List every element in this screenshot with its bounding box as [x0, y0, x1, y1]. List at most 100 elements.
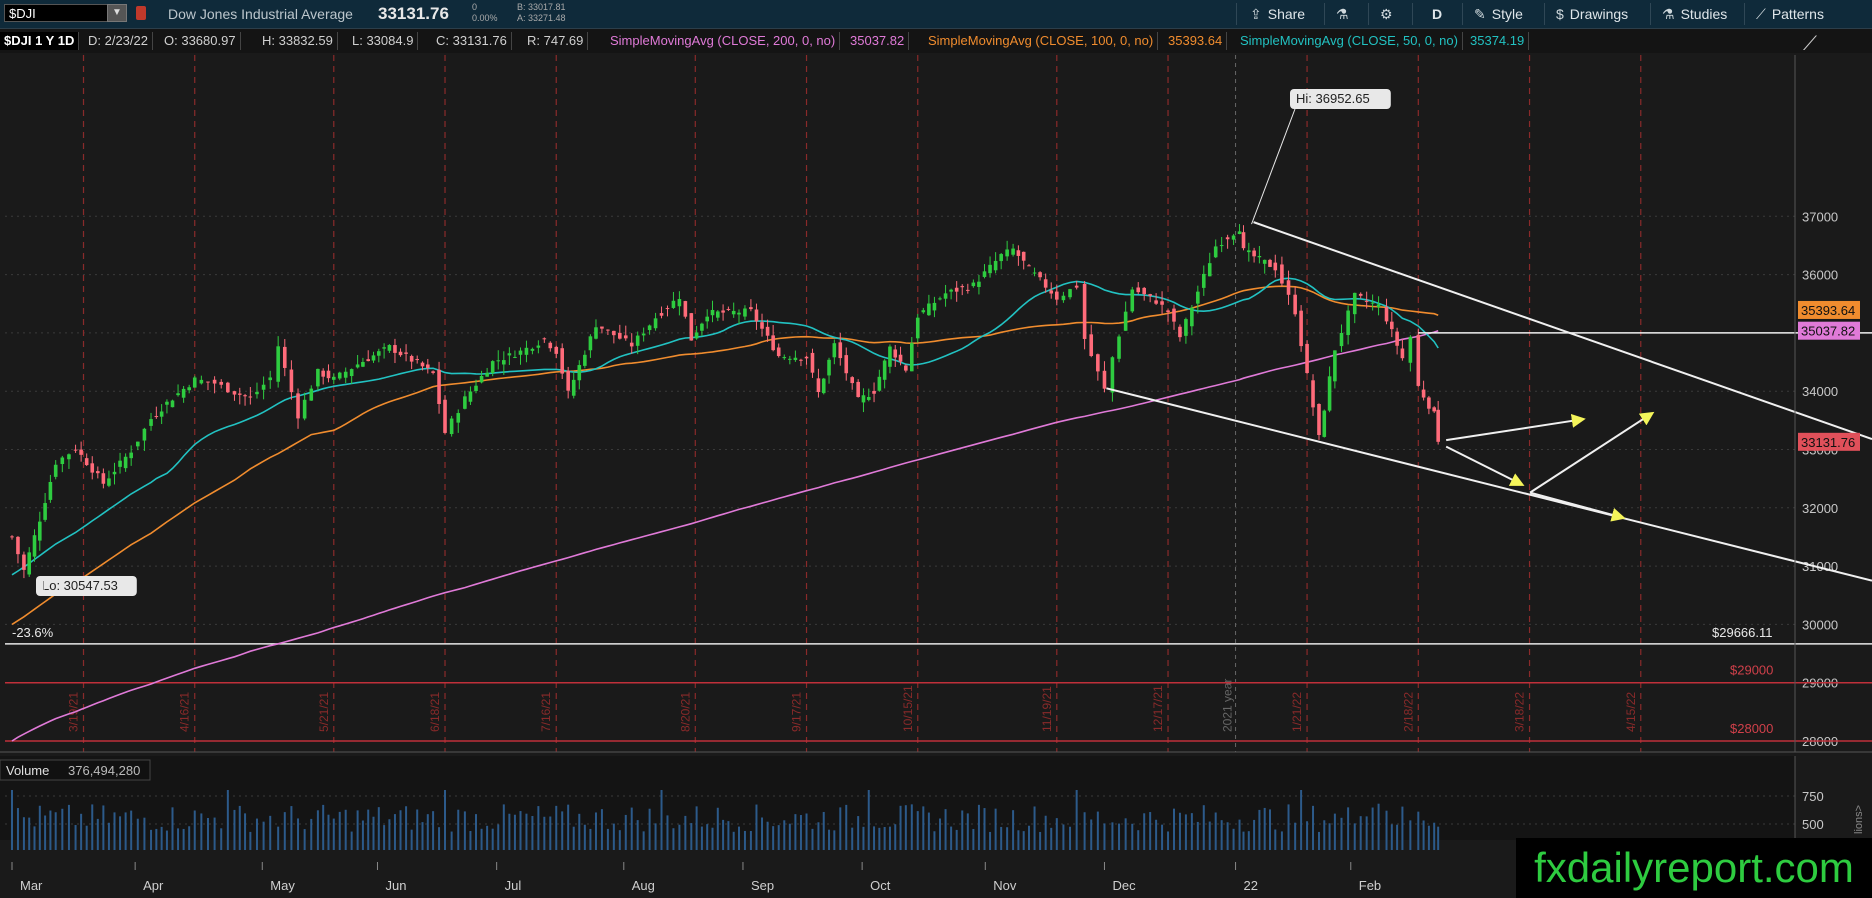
candle-body	[932, 302, 937, 311]
candle-body	[1207, 263, 1212, 277]
price-level-label: $28000	[1730, 721, 1773, 736]
candle-body	[612, 330, 616, 336]
candle-body	[921, 310, 926, 313]
candle-body	[118, 460, 122, 467]
candle-body	[993, 260, 998, 271]
candle-body	[765, 326, 770, 336]
candle-body	[415, 359, 420, 361]
candle-body	[1096, 354, 1100, 372]
candle-body	[437, 369, 441, 405]
candle-body	[219, 381, 224, 385]
candle-body	[420, 362, 425, 367]
candle-body	[949, 289, 953, 292]
candle-body	[866, 396, 871, 400]
candle-body	[468, 391, 473, 402]
x-month-label: Mar	[20, 878, 43, 893]
candle-body	[938, 298, 942, 300]
candle-body	[793, 357, 798, 361]
candle-body	[898, 354, 903, 362]
volume-tick-label: 500	[1802, 817, 1824, 832]
candle-body	[776, 347, 781, 357]
candle-body	[1054, 291, 1059, 300]
candle-body	[1416, 334, 1421, 386]
date-label: 7/16/21	[539, 692, 553, 732]
candle-body	[1408, 336, 1413, 363]
candle-body	[149, 419, 153, 426]
candle-body	[165, 401, 169, 405]
candle-body	[888, 346, 892, 367]
candle-body	[827, 359, 831, 376]
candle-body	[1154, 300, 1158, 304]
candle-body	[1237, 231, 1242, 234]
candle-body	[1327, 376, 1332, 411]
candle-body	[502, 360, 506, 365]
date-label: 9/17/21	[790, 692, 804, 732]
candle-body	[1400, 348, 1405, 359]
candle-body	[337, 372, 342, 379]
candle-body	[393, 345, 397, 353]
candle-body	[971, 282, 976, 287]
candle-body	[583, 354, 587, 366]
candle-body	[1436, 409, 1440, 442]
candle-body	[1142, 287, 1146, 295]
candle-body	[1339, 332, 1344, 347]
candle-body	[1219, 245, 1224, 247]
candle-body	[326, 370, 331, 379]
candle-body	[53, 464, 58, 477]
x-month-label: 22	[1244, 878, 1258, 893]
date-label: 2/18/22	[1401, 692, 1415, 732]
candle-body	[409, 356, 414, 362]
candle-body	[355, 364, 360, 368]
candle-body	[1049, 290, 1054, 294]
candle-body	[485, 372, 489, 377]
candle-body	[904, 365, 908, 371]
candle-body	[861, 395, 866, 403]
candle-body	[629, 342, 634, 347]
volume-value: 376,494,280	[68, 763, 140, 778]
candle-body	[872, 390, 876, 394]
candle-body	[513, 356, 517, 358]
candle-body	[665, 308, 670, 310]
candle-body	[1089, 334, 1094, 356]
candle-body	[954, 287, 959, 292]
candle-body	[832, 343, 837, 358]
candle-body	[289, 369, 294, 393]
candle-body	[927, 303, 931, 316]
candle-body	[1257, 256, 1262, 258]
candle-body	[1432, 407, 1436, 412]
candle-body	[749, 307, 753, 310]
candle-body	[1038, 272, 1042, 278]
candle-body	[84, 458, 89, 466]
candle-body	[243, 395, 247, 397]
candle-body	[1166, 310, 1170, 313]
price-tag-label: 35393.64	[1801, 303, 1855, 318]
candle-body	[123, 456, 128, 469]
candle-body	[261, 384, 266, 390]
x-month-label: Dec	[1112, 878, 1136, 893]
price-chart[interactable]: 2800029000300003100032000330003400035000…	[0, 0, 1872, 898]
candle-body	[721, 310, 725, 313]
candle-body	[1384, 307, 1389, 322]
candle-body	[705, 316, 710, 322]
candle-body	[600, 326, 604, 329]
y-tick-label: 34000	[1802, 384, 1838, 399]
candle-body	[977, 281, 981, 287]
candle-body	[689, 313, 694, 341]
candle-body	[67, 454, 71, 460]
candle-body	[1421, 389, 1426, 398]
candle-body	[1213, 246, 1218, 258]
candle-body	[377, 351, 381, 356]
volume-label: Volume	[6, 763, 49, 778]
candle-body	[398, 351, 403, 356]
candle-body	[1317, 403, 1321, 435]
candle-body	[181, 388, 186, 398]
candle-body	[73, 449, 78, 451]
candle-body	[700, 323, 704, 331]
candle-body	[1268, 259, 1272, 267]
candle-body	[474, 385, 478, 392]
candle-body	[731, 310, 736, 315]
candle-body	[282, 346, 287, 368]
fib-label: -23.6%	[12, 625, 54, 640]
x-month-label: Nov	[993, 878, 1017, 893]
candle-body	[1130, 289, 1135, 312]
